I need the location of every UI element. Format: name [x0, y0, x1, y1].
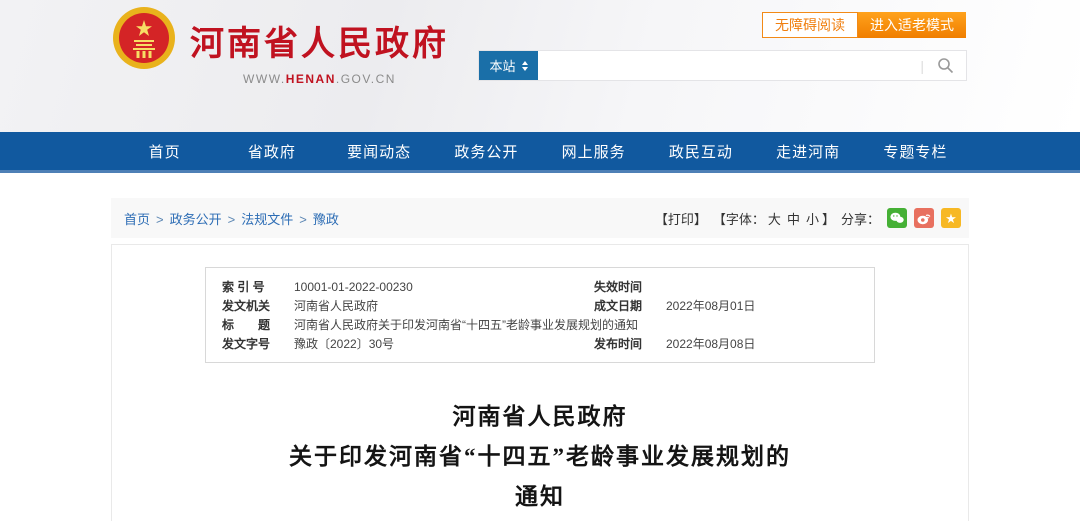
site-url-highlight: HENAN — [286, 72, 336, 86]
sort-arrows-icon — [522, 61, 528, 71]
nav-item-online-services[interactable]: 网上服务 — [540, 132, 647, 170]
font-size-small-button[interactable]: 小 — [806, 209, 819, 228]
site-url-prefix: WWW. — [243, 72, 286, 86]
meta-value — [666, 279, 874, 295]
meta-row-title: 标 题 河南省人民政府关于印发河南省“十四五”老龄事业发展规划的通知 — [206, 315, 874, 334]
accessibility-reading-button[interactable]: 无障碍阅读 — [762, 12, 858, 38]
meta-label: 发文字号 — [222, 336, 294, 352]
meta-value: 10001-01-2022-00230 — [294, 279, 594, 295]
meta-label: 标 题 — [222, 317, 294, 333]
site-brand[interactable]: 河南省人民政府 WWW.HENAN.GOV.CN — [112, 6, 449, 86]
page-toolbar: 【打印】 【字体：大中小】 分享： ★ — [649, 208, 961, 228]
share-label: 分享： — [841, 209, 880, 228]
share-weibo-icon[interactable] — [914, 208, 934, 228]
breadcrumb-separator: > — [299, 212, 307, 227]
meta-value: 河南省人民政府 — [294, 298, 594, 314]
header-buttons: 无障碍阅读 进入适老模式 — [762, 12, 966, 38]
meta-row-index-number: 索 引 号 10001-01-2022-00230 失效时间 — [206, 277, 874, 296]
brand-text: 河南省人民政府 WWW.HENAN.GOV.CN — [190, 6, 449, 86]
nav-item-gov-affairs-disclosure[interactable]: 政务公开 — [433, 132, 540, 170]
site-url-suffix: .GOV.CN — [336, 72, 396, 86]
nav-inner: 首页 省政府 要闻动态 政务公开 网上服务 政民互动 走进河南 专题专栏 — [111, 132, 969, 170]
breadcrumb: 首页 > 政务公开 > 法规文件 > 豫政 — [124, 209, 339, 228]
search-input[interactable] — [538, 51, 920, 80]
meta-label: 成文日期 — [594, 298, 666, 314]
meta-label: 发文机关 — [222, 298, 294, 314]
nav-item-provincial-government[interactable]: 省政府 — [218, 132, 325, 170]
breadcrumb-separator: > — [228, 212, 236, 227]
document-title-line: 关于印发河南省“十四五”老龄事业发展规划的 — [112, 437, 968, 477]
meta-value: 2022年08月08日 — [666, 336, 874, 352]
site-header: 河南省人民政府 WWW.HENAN.GOV.CN 无障碍阅读 进入适老模式 本站… — [0, 0, 1080, 132]
search-button[interactable] — [924, 51, 966, 80]
meta-label: 失效时间 — [594, 279, 666, 295]
nav-item-news[interactable]: 要闻动态 — [326, 132, 433, 170]
site-title: 河南省人民政府 — [190, 16, 449, 65]
meta-value: 豫政〔2022〕30号 — [294, 336, 594, 352]
nav-item-special-columns[interactable]: 专题专栏 — [862, 132, 969, 170]
meta-value: 2022年08月01日 — [666, 298, 874, 314]
share-wechat-icon[interactable] — [887, 208, 907, 228]
font-size-medium-button[interactable]: 中 — [787, 209, 800, 228]
breadcrumb-separator: > — [156, 212, 164, 227]
national-emblem-logo — [112, 6, 176, 70]
meta-row-document-number: 发文字号 豫政〔2022〕30号 发布时间 2022年08月08日 — [206, 334, 874, 353]
nav-item-about-henan[interactable]: 走进河南 — [755, 132, 862, 170]
breadcrumb-item-gov-affairs[interactable]: 政务公开 — [170, 212, 222, 227]
document-title: 河南省人民政府 关于印发河南省“十四五”老龄事业发展规划的 通知 — [112, 397, 968, 517]
main-nav: 首页 省政府 要闻动态 政务公开 网上服务 政民互动 走进河南 专题专栏 — [0, 132, 1080, 173]
meta-label: 索 引 号 — [222, 279, 294, 295]
breadcrumb-item-regulations[interactable]: 法规文件 — [241, 212, 293, 227]
meta-value: 河南省人民政府关于印发河南省“十四五”老龄事业发展规划的通知 — [294, 317, 874, 333]
breadcrumb-toolbar-row: 首页 > 政务公开 > 法规文件 > 豫政 【打印】 【字体：大中小】 分享： ★ — [111, 198, 969, 238]
site-url: WWW.HENAN.GOV.CN — [190, 72, 449, 86]
search-bar: 本站 | — [478, 50, 967, 81]
font-size-large-button[interactable]: 大 — [768, 209, 781, 228]
meta-label: 发布时间 — [594, 336, 666, 352]
document-panel: 索 引 号 10001-01-2022-00230 失效时间 发文机关 河南省人… — [111, 244, 969, 521]
document-title-line: 河南省人民政府 — [112, 397, 968, 437]
print-button[interactable]: 【打印】 — [655, 209, 707, 228]
document-meta-table: 索 引 号 10001-01-2022-00230 失效时间 发文机关 河南省人… — [205, 267, 875, 363]
elder-mode-button[interactable]: 进入适老模式 — [858, 12, 966, 38]
font-size-label-open: 【字体： — [713, 209, 765, 228]
breadcrumb-item-home[interactable]: 首页 — [124, 212, 150, 227]
favorite-star-icon[interactable]: ★ — [941, 208, 961, 228]
search-scope-select[interactable]: 本站 — [479, 51, 538, 80]
nav-item-home[interactable]: 首页 — [111, 132, 218, 170]
search-icon — [937, 57, 954, 74]
nav-item-public-interaction[interactable]: 政民互动 — [647, 132, 754, 170]
document-title-line: 通知 — [112, 477, 968, 517]
font-size-label-close: 】 — [822, 209, 835, 228]
search-scope-label: 本站 — [489, 56, 515, 75]
breadcrumb-item-yuzheng[interactable]: 豫政 — [313, 212, 339, 227]
meta-row-issuing-agency: 发文机关 河南省人民政府 成文日期 2022年08月01日 — [206, 296, 874, 315]
